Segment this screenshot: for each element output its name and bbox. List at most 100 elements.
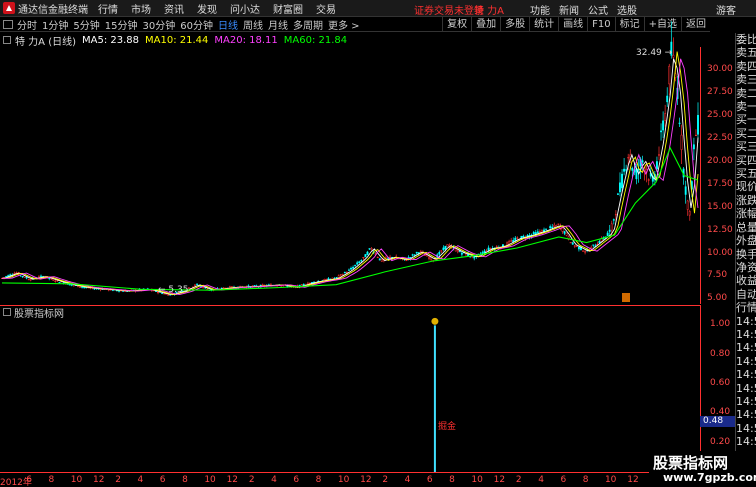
price-tick-6: 15.00 (707, 201, 733, 212)
indicator-tick-0: 1.00 (710, 319, 731, 330)
candle-body (325, 278, 328, 280)
price-tick-0: 30.00 (707, 63, 733, 74)
price-tick-7: 12.50 (707, 224, 733, 235)
ma20-line (2, 58, 699, 296)
candle-body (339, 274, 342, 276)
candle-body (569, 242, 572, 244)
indicator-header: 股票指标网 (0, 305, 700, 320)
candle-body (446, 244, 449, 247)
candle-body (697, 114, 699, 135)
candle-body (688, 211, 691, 216)
candle-body (368, 248, 371, 250)
panel-label-20: 行情 (736, 301, 756, 315)
candle-body (352, 266, 355, 269)
candle-body (680, 134, 683, 150)
candle-body (573, 245, 576, 247)
candle-body (495, 246, 498, 248)
candle-body (516, 237, 519, 239)
candle-body (487, 247, 490, 251)
candle-body (370, 248, 373, 250)
candle-body (253, 285, 256, 287)
candle-body (415, 251, 418, 254)
panel-label-15: 外盘 (736, 234, 756, 248)
high-annotation: 32.49 → (636, 48, 673, 58)
watermark-url: www.7gpzb.com (663, 471, 756, 484)
candle-body (99, 288, 102, 290)
candle-body (672, 54, 675, 58)
candle-body (563, 231, 566, 234)
panel-label-13: 涨幅 (736, 207, 756, 221)
date-label-10: 12 (226, 475, 239, 485)
panel-label-23: 14:5 (736, 341, 756, 355)
candle-body (514, 237, 517, 241)
candle-body (335, 277, 338, 279)
date-label-18: 4 (404, 475, 411, 485)
panel-label-12: 涨跌 (736, 193, 756, 207)
panel-label-22: 14:5 (736, 327, 756, 341)
candle-body (206, 288, 209, 290)
candle-body (684, 186, 687, 195)
candle-body (194, 284, 196, 287)
candle-body (81, 286, 84, 288)
signal-coin-icon (431, 317, 439, 325)
panel-label-1: 卖五 (736, 46, 756, 60)
price-series (1, 21, 699, 296)
date-label-24: 4 (538, 475, 544, 485)
date-label-7: 6 (159, 475, 166, 485)
candle-body (489, 248, 492, 250)
candle-body (678, 122, 681, 124)
candle-body (454, 248, 457, 252)
kline-chart[interactable]: ← 5.35 32.49 → (0, 0, 700, 472)
candle-body (376, 256, 379, 259)
date-axis: 2012年 6 8 10 12 2 4 6 8 10 12 2 4 6 8 10 12 2 4 6 8 10 12 2 4 6 8 1… (0, 472, 700, 487)
candle-body (366, 251, 369, 255)
panel-label-24: 14:5 (736, 354, 756, 368)
candle-body (592, 244, 595, 246)
price-axis: 30.00 27.50 25.00 22.50 20.00 17.50 15.00 12.50… (700, 47, 735, 304)
date-label-28: 12 (627, 475, 639, 485)
indicator-collapse-icon[interactable] (3, 308, 11, 316)
date-label-11: 2 (248, 475, 255, 485)
panel-label-21: 14:5 (736, 314, 756, 328)
candle-body (662, 120, 665, 131)
candle-body (354, 264, 357, 266)
candle-body (612, 219, 615, 221)
candle-body (660, 130, 662, 133)
candle-body (565, 232, 568, 236)
panel-label-9: 买四 (736, 153, 756, 167)
candle-body (202, 286, 205, 289)
panel-label-7: 买二 (736, 126, 756, 140)
date-label-5: 2 (115, 475, 122, 485)
candle-body (378, 258, 381, 261)
candle-body (444, 245, 447, 250)
candle-body (362, 257, 365, 259)
candle-body (380, 259, 383, 262)
candle-body (456, 250, 459, 253)
date-label-1: 6 (26, 475, 32, 485)
date-label-8: 8 (182, 475, 188, 485)
candle-body (614, 214, 617, 216)
candle-body (25, 277, 28, 279)
event-marker-icon[interactable] (622, 293, 630, 302)
candle-body (122, 290, 125, 292)
panel-label-2: 卖四 (736, 59, 756, 73)
panel-label-14: 总量 (736, 220, 756, 234)
panel-label-16: 换手 (736, 247, 756, 261)
candle-body (571, 242, 574, 245)
candle-body (619, 182, 621, 193)
candle-body (686, 200, 689, 210)
panel-label-3: 卖三 (736, 73, 756, 87)
candle-body (508, 241, 511, 245)
candle-body (536, 231, 539, 233)
candle-body (350, 267, 352, 270)
panel-label-10: 买五 (736, 167, 756, 181)
candle-body (545, 228, 548, 230)
watermark: 股票指标网 www.7gpzb.com (649, 451, 756, 487)
panel-label-25: 14:5 (736, 368, 756, 382)
indicator-name[interactable]: 股票指标网 (14, 305, 64, 320)
guest-account[interactable]: 游客 (716, 2, 736, 17)
candle-body (522, 235, 525, 237)
ma5-line (1, 58, 699, 296)
date-label-2: 8 (48, 475, 55, 485)
candle-body (637, 169, 640, 171)
